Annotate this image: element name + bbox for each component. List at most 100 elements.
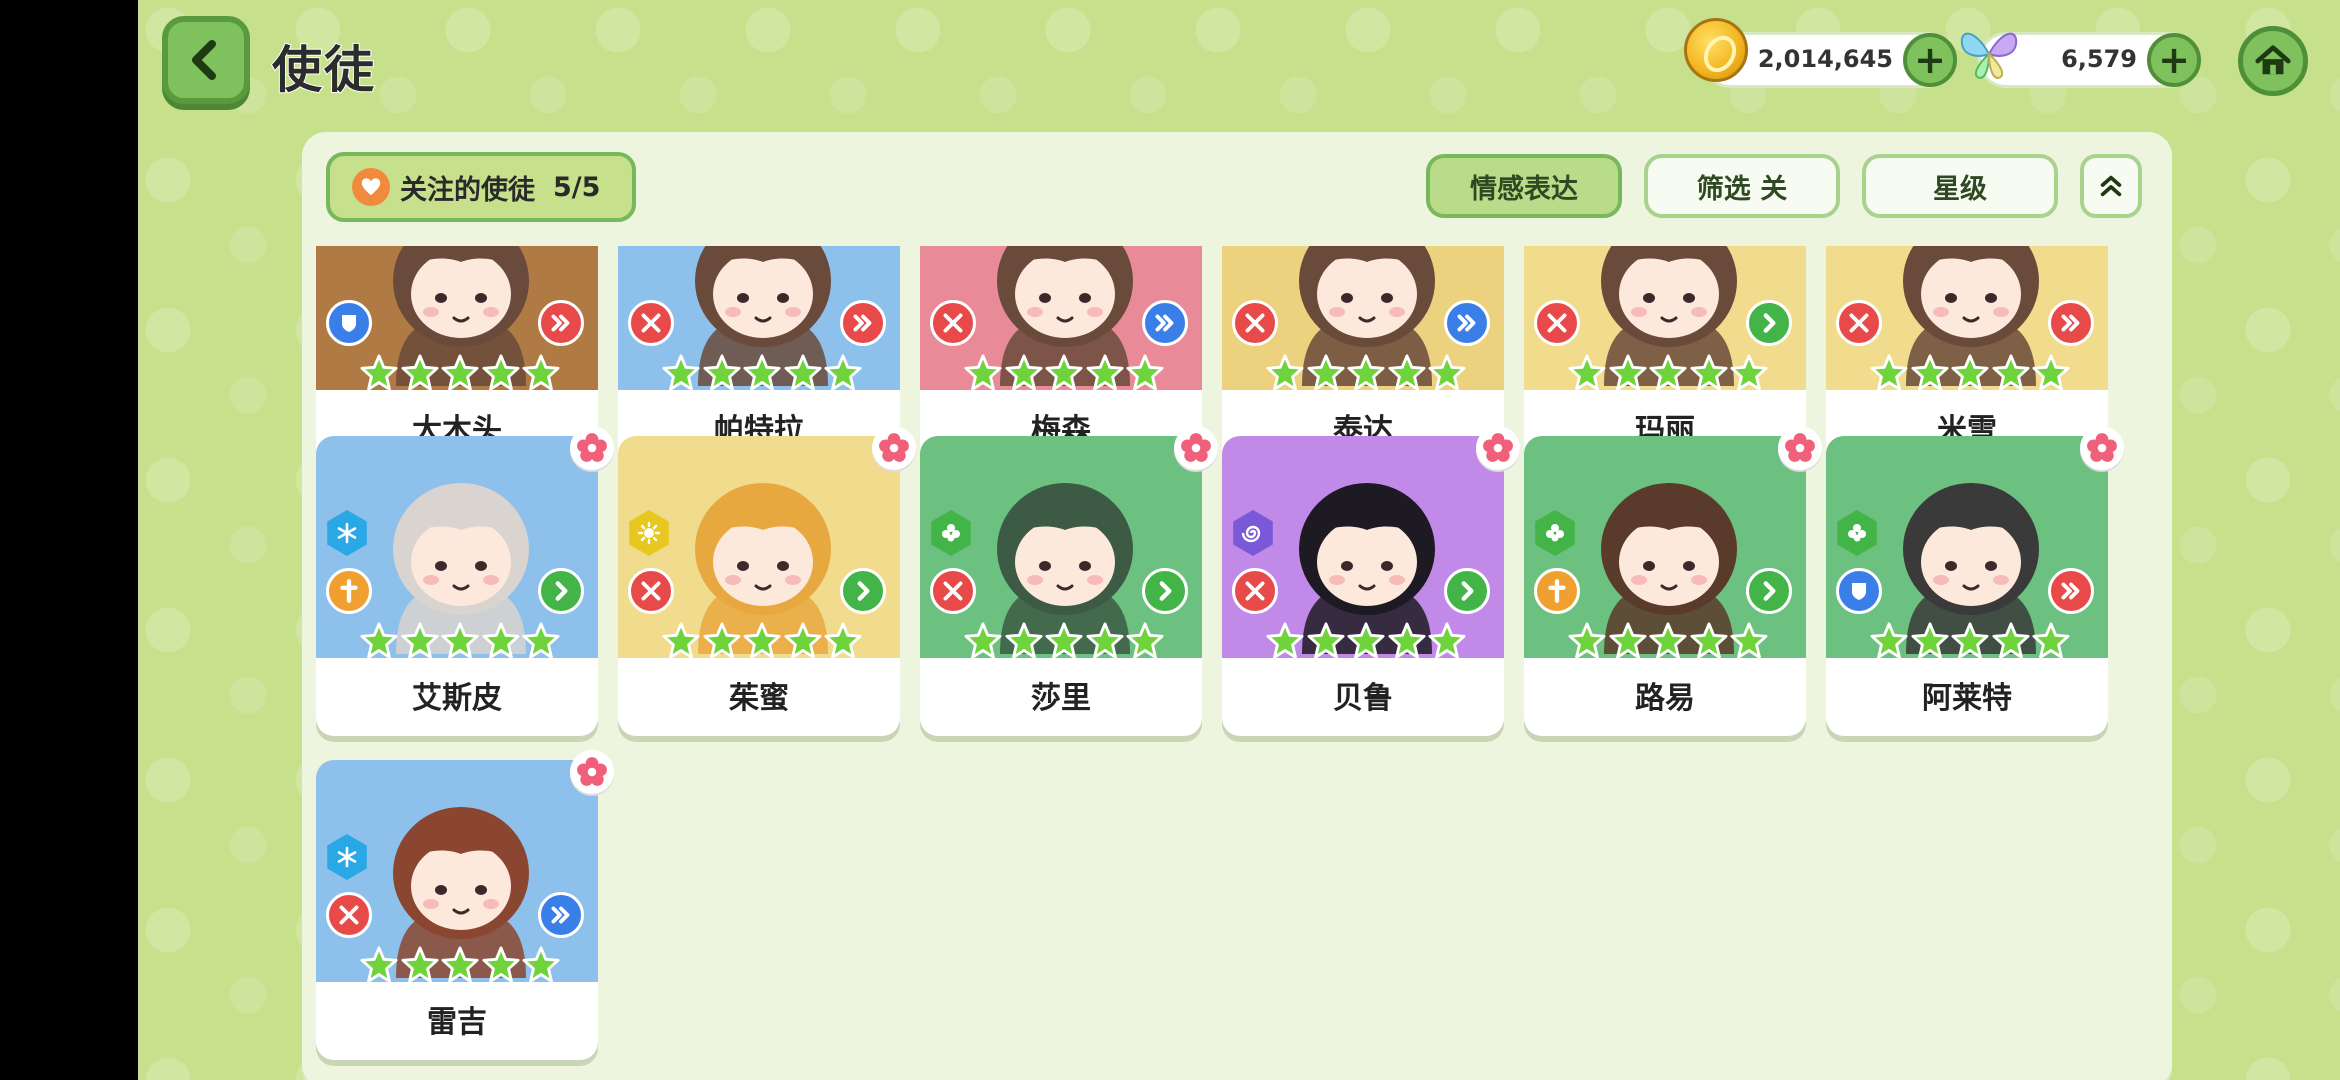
star-icon	[1951, 354, 1989, 394]
add-crystals-button[interactable]: +	[2147, 33, 2201, 87]
star-icon	[1085, 354, 1124, 394]
apostle-card[interactable]: 艾斯皮	[316, 426, 614, 736]
star-rating	[360, 622, 560, 662]
star-icon	[481, 622, 520, 662]
favorite-flower-icon[interactable]	[872, 426, 916, 470]
star-rating	[360, 354, 560, 394]
star-icon	[1991, 622, 2030, 662]
cross-icon	[1534, 568, 1580, 614]
star-icon	[1910, 622, 1949, 662]
star-icon	[1126, 622, 1164, 662]
star-rating	[662, 622, 862, 662]
star-icon	[360, 622, 398, 662]
star-icon	[1266, 622, 1304, 662]
star-icon	[824, 354, 862, 394]
star-icon	[2032, 354, 2070, 394]
star-icon	[1004, 354, 1043, 394]
add-coins-button[interactable]: +	[1903, 33, 1957, 87]
arrow-icon	[1746, 300, 1792, 346]
apostle-card[interactable]: 路易	[1524, 426, 1822, 736]
star-icon	[1649, 354, 1687, 394]
star-rating	[1870, 354, 2070, 394]
apostle-card[interactable]: 雷吉	[316, 750, 614, 1060]
crossed-swords-icon	[326, 892, 372, 938]
arrow-icon	[1746, 568, 1792, 614]
apostle-name: 莎里	[1031, 681, 1091, 716]
star-icon	[1306, 622, 1345, 662]
star-icon	[1266, 354, 1304, 394]
coin-icon	[1684, 18, 1748, 82]
collapse-button[interactable]	[2080, 154, 2142, 218]
home-button[interactable]	[2238, 26, 2308, 96]
apostle-card[interactable]: 玛丽	[1524, 246, 1806, 468]
clover-icon	[1837, 510, 1877, 556]
apostle-card[interactable]: 茱蜜	[618, 426, 916, 736]
star-icon	[481, 354, 520, 394]
snowflake-icon	[327, 510, 367, 556]
double-arrow-icon	[538, 300, 584, 346]
followed-apostles-button[interactable]: 关注的使徒 5/5	[326, 152, 636, 222]
star-rating	[964, 354, 1164, 394]
favorite-flower-icon[interactable]	[1476, 426, 1520, 470]
apostle-card[interactable]: 米雪	[1826, 246, 2108, 468]
star-icon	[662, 622, 700, 662]
favorite-flower-icon[interactable]	[570, 750, 614, 794]
star-icon	[662, 354, 700, 394]
favorite-flower-icon[interactable]	[570, 426, 614, 470]
star-icon	[400, 622, 439, 662]
crossed-swords-icon	[930, 568, 976, 614]
star-icon	[1045, 354, 1083, 394]
star-icon	[1608, 354, 1647, 394]
apostle-name: 阿莱特	[1922, 681, 2012, 716]
apostle-card[interactable]: 阿莱特	[1826, 426, 2124, 736]
star-icon	[1649, 622, 1687, 662]
crossed-swords-icon	[628, 300, 674, 346]
star-icon	[1689, 354, 1728, 394]
star-rating	[360, 946, 560, 986]
star-icon	[1004, 622, 1043, 662]
double-arrow-icon	[1444, 300, 1490, 346]
apostle-card[interactable]: 莎里	[920, 426, 1218, 736]
home-icon	[2255, 45, 2291, 75]
favorite-flower-icon[interactable]	[2080, 426, 2124, 470]
star-icon	[1730, 622, 1768, 662]
apostle-card[interactable]: 帕特拉	[618, 246, 900, 468]
apostle-card[interactable]: 梅森	[920, 246, 1202, 468]
favorite-flower-icon[interactable]	[1778, 426, 1822, 470]
star-icon	[964, 354, 1002, 394]
star-icon	[1870, 622, 1908, 662]
star-icon	[400, 354, 439, 394]
star-rating	[662, 354, 862, 394]
apostle-card[interactable]: 泰达	[1222, 246, 1504, 468]
star-icon	[2032, 622, 2070, 662]
clover-icon	[931, 510, 971, 556]
star-icon	[1085, 622, 1124, 662]
star-icon	[1870, 354, 1908, 394]
apostle-name: 雷吉	[427, 1005, 487, 1040]
crossed-swords-icon	[1534, 300, 1580, 346]
double-arrow-icon	[840, 300, 886, 346]
crossed-swords-icon	[1232, 300, 1278, 346]
star-icon	[743, 354, 781, 394]
back-button[interactable]	[162, 16, 250, 104]
double-arrow-icon	[2048, 568, 2094, 614]
favorite-flower-icon[interactable]	[1174, 426, 1218, 470]
star-icon	[1608, 622, 1647, 662]
double-arrow-icon	[538, 892, 584, 938]
filter-toggle-button[interactable]: 筛选 关	[1644, 154, 1840, 218]
star-icon	[1568, 354, 1606, 394]
star-sort-button[interactable]: 星级	[1862, 154, 2058, 218]
star-icon	[1306, 354, 1345, 394]
star-icon	[441, 622, 479, 662]
star-rating	[1568, 622, 1768, 662]
back-arrow-icon	[192, 40, 216, 80]
apostle-card[interactable]: 贝鲁	[1222, 426, 1520, 736]
crossed-swords-icon	[628, 568, 674, 614]
star-rating	[1266, 622, 1466, 662]
apostle-name: 茱蜜	[729, 681, 789, 716]
apostle-card[interactable]: 大木头	[316, 246, 598, 468]
followed-label: 关注的使徒	[400, 174, 535, 206]
star-icon	[743, 622, 781, 662]
star-icon	[1910, 354, 1949, 394]
emotion-filter-button[interactable]: 情感表达	[1426, 154, 1622, 218]
